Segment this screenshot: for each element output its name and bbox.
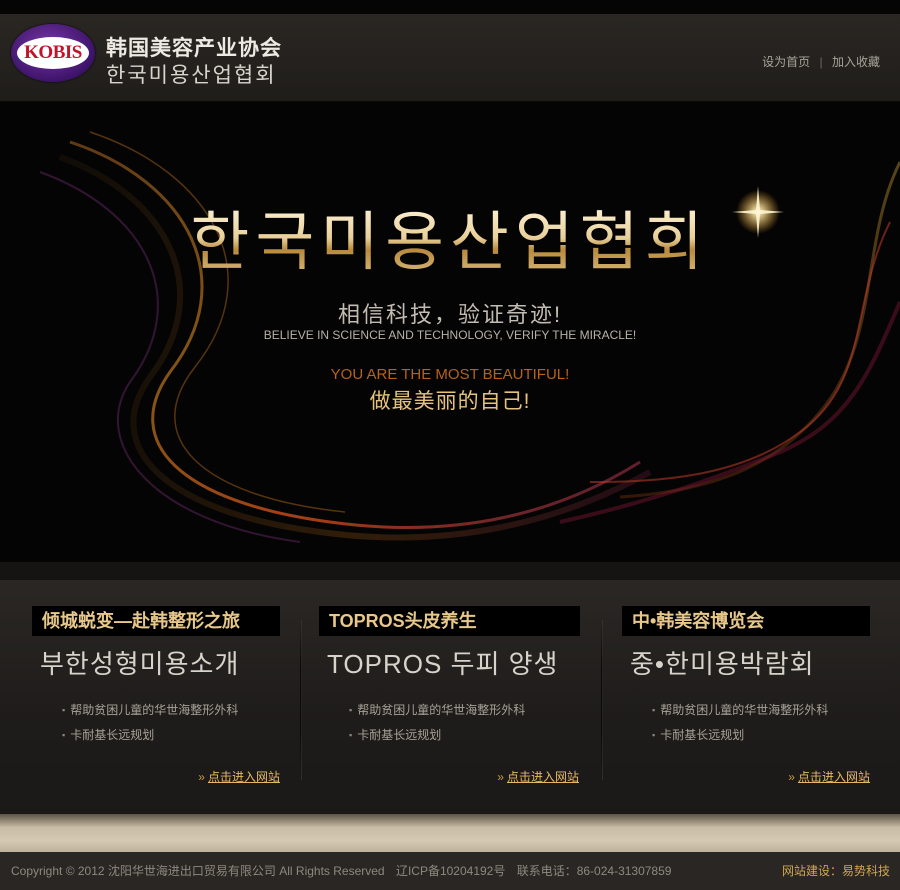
org-name-chinese: 韩国美容产业协会 [106,37,282,60]
arrows-icon: » [497,770,504,784]
feature-column-topros: TOPROS头皮养生 TOPROS 두피 양생 帮助贫困儿童的华世海整形外科 卡… [319,606,580,796]
hero-slogan-chinese: 相信科技，验证奇迹! [337,302,563,327]
feature-title: TOPROS头皮养生 [319,606,580,636]
feature-subtitle: 중•한미용박람회 [630,649,815,679]
copyright-text: Copyright © 2012 沈阳华世海进出口贸易有限公司 All Righ… [11,864,385,878]
header: KOBIS 韩国美容产业协会 한국미용산업협회 设为首页 | 加入收藏 [0,14,900,102]
arrows-icon: » [788,770,795,784]
feature-column-expo: 中•韩美容博览会 중•한미용박람회 帮助贫困儿童的华世海整形外科 卡耐基长远规划… [622,606,882,796]
page: KOBIS 韩国美容产业协会 한국미용산업협회 设为首页 | 加入收藏 한국미용… [0,0,900,890]
kobis-logo[interactable]: KOBIS [11,24,95,82]
contact-phone: 联系电话：86-024-31307859 [516,864,672,878]
feature-list: 帮助贫困儿童的华世海整形外科 卡耐基长远规划 [349,698,525,748]
set-homepage-link[interactable]: 设为首页 [762,55,810,69]
footer-info: Copyright © 2012 沈阳华世海进出口贸易有限公司 All Righ… [11,862,679,879]
feature-enter-link: » 点击进入网站 [198,768,280,785]
column-divider [601,620,603,780]
org-name-korean: 한국미용산업협회 [106,64,277,87]
hero-slogan-english: BELIEVE IN SCIENCE AND TECHNOLOGY, VERIF… [263,328,637,342]
list-item[interactable]: 卡耐基长远规划 [62,723,238,748]
feature-subtitle: 부한성형미용소개 [40,649,240,679]
feature-title: 倾城蜕变—赴韩整形之旅 [32,606,280,636]
column-divider [300,620,302,780]
list-item[interactable]: 卡耐基长远规划 [349,723,525,748]
arrows-icon: » [198,770,205,784]
hero-title-korean: 한국미용산업협회 [0,202,900,282]
logo-inner: KOBIS [17,37,89,69]
footer: Copyright © 2012 沈阳华世海进出口贸易有限公司 All Righ… [0,852,900,890]
feature-subtitle: TOPROS 두피 양생 [327,649,559,679]
list-item[interactable]: 帮助贫困儿童的华世海整形外科 [652,698,828,723]
list-item[interactable]: 帮助贫困儿童的华世海整形外科 [349,698,525,723]
enter-site-link[interactable]: 点击进入网站 [507,770,579,784]
features-section: 倾城蜕变—赴韩整形之旅 부한성형미용소개 帮助贫困儿童的华世海整形外科 卡耐基长… [0,580,900,814]
feature-list: 帮助贫困儿童的华世海整形外科 卡耐基长远规划 [652,698,828,748]
hero-tagline-chinese: 做最美丽的自己! [369,390,531,413]
decorative-band [0,814,900,852]
hero-tagline-english: YOU ARE THE MOST BEAUTIFUL! [330,366,570,383]
top-links: 设为首页 | 加入收藏 [762,53,880,70]
feature-column-korea-surgery: 倾城蜕变—赴韩整形之旅 부한성형미용소개 帮助贫困儿童的华世海整形外科 卡耐基长… [32,606,292,796]
feature-title: 中•韩美容博览会 [622,606,870,636]
logo-text: KOBIS [24,42,82,63]
feature-list: 帮助贫困儿童的华世海整形外科 卡耐基长远规划 [62,698,238,748]
feature-enter-link: » 点击进入网站 [788,768,870,785]
link-separator: | [819,55,823,69]
enter-site-link[interactable]: 点击进入网站 [208,770,280,784]
icp-number[interactable]: 辽ICP备10204192号 [396,864,505,878]
list-item[interactable]: 帮助贫困儿童的华世海整形外科 [62,698,238,723]
hero-banner: 한국미용산업협회 相信科技，验证奇迹! BELIEVE IN SCIENCE A… [0,102,900,562]
enter-site-link[interactable]: 点击进入网站 [798,770,870,784]
add-favorite-link[interactable]: 加入收藏 [832,55,880,69]
top-strip [0,0,900,14]
list-item[interactable]: 卡耐基长远规划 [652,723,828,748]
feature-enter-link: » 点击进入网站 [497,768,579,785]
section-gap [0,562,900,580]
site-builder-credit[interactable]: 网站建设：易势科技 [782,862,890,879]
